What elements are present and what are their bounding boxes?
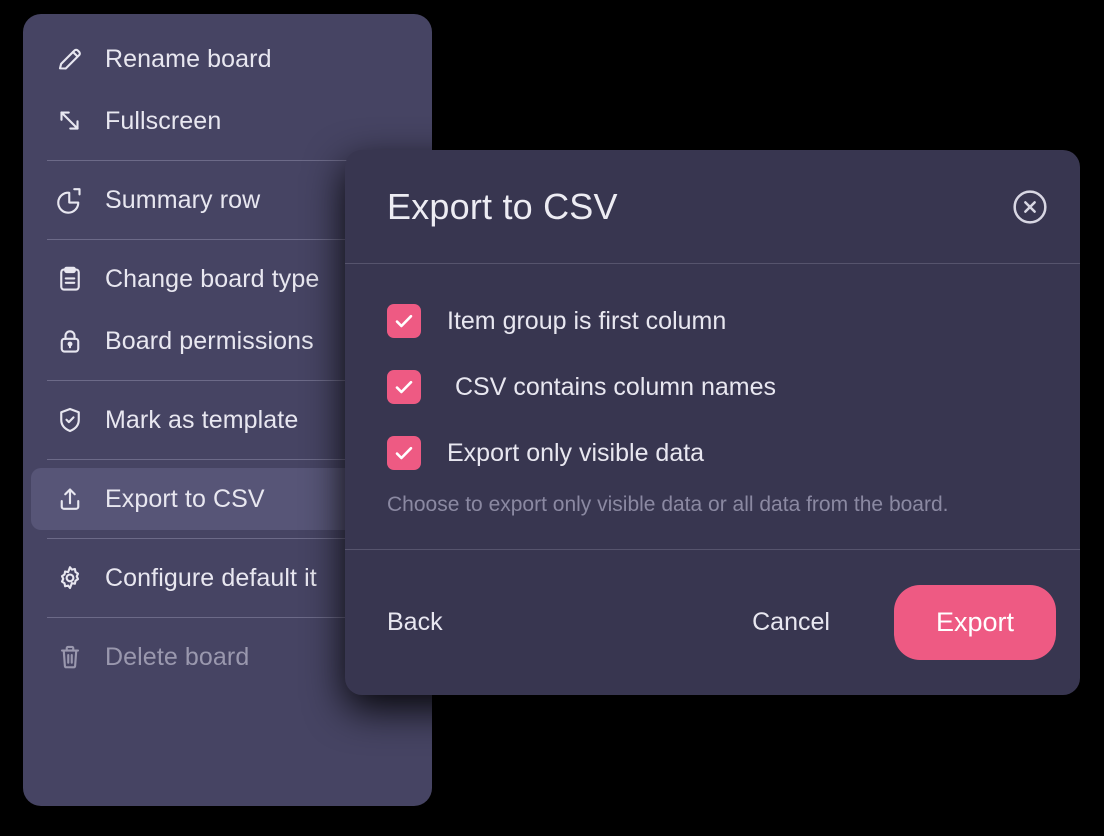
helper-text: Choose to export only visible data or al… xyxy=(387,493,949,516)
menu-item-label: Summary row xyxy=(105,185,261,214)
menu-item-label: Rename board xyxy=(105,44,272,73)
dialog-title: Export to CSV xyxy=(387,185,618,227)
checkbox-checked-icon[interactable] xyxy=(387,304,421,338)
shield-check-icon xyxy=(53,403,87,437)
fullscreen-arrows-icon xyxy=(53,104,87,138)
option-label: Item group is first column xyxy=(447,306,727,335)
menu-item-label: Delete board xyxy=(105,642,250,671)
close-circle-icon[interactable] xyxy=(1009,186,1051,228)
gear-icon xyxy=(53,561,87,595)
menu-item-rename-board[interactable]: Rename board xyxy=(31,28,424,90)
checkbox-checked-icon[interactable] xyxy=(387,370,421,404)
menu-item-label: Fullscreen xyxy=(105,106,222,135)
export-button[interactable]: Export xyxy=(893,585,1056,660)
dialog-footer: Back Cancel Export xyxy=(345,550,1080,695)
cancel-button[interactable]: Cancel xyxy=(752,610,830,635)
upload-icon xyxy=(53,482,87,516)
menu-item-fullscreen[interactable]: Fullscreen xyxy=(31,90,424,152)
menu-item-label: Board permissions xyxy=(105,326,314,355)
back-button[interactable]: Back xyxy=(387,610,443,635)
menu-item-label: Configure default it xyxy=(105,563,317,592)
clipboard-icon xyxy=(53,262,87,296)
trash-icon xyxy=(53,640,87,674)
dialog-header: Export to CSV xyxy=(345,150,1080,264)
option-row-item-group-first-column[interactable]: Item group is first column xyxy=(387,296,1038,346)
pencil-icon xyxy=(53,42,87,76)
lock-icon xyxy=(53,324,87,358)
menu-item-label: Export to CSV xyxy=(105,484,265,513)
option-row-csv-contains-column-names[interactable]: CSV contains column names xyxy=(387,362,1038,412)
pie-chart-icon xyxy=(53,183,87,217)
export-to-csv-dialog: Export to CSV Item group is first column xyxy=(345,150,1080,695)
checkbox-checked-icon[interactable] xyxy=(387,436,421,470)
menu-item-label: Change board type xyxy=(105,264,320,293)
option-row-export-only-visible-data[interactable]: Export only visible data xyxy=(387,428,1038,478)
option-label: CSV contains column names xyxy=(455,372,776,401)
dialog-body: Item group is first column CSV contains … xyxy=(345,264,1080,550)
menu-item-label: Mark as template xyxy=(105,405,299,434)
option-label: Export only visible data xyxy=(447,438,705,467)
